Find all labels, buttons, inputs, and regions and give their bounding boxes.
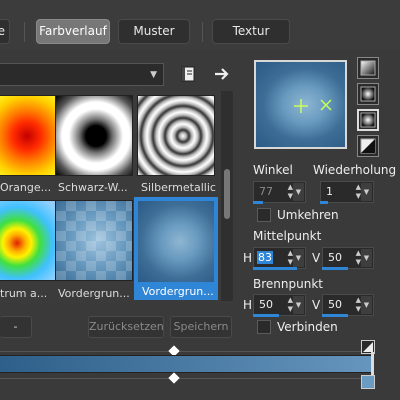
- rectangular-style-icon[interactable]: [357, 83, 379, 105]
- color-track: [0, 378, 372, 379]
- focus-v-label: V: [312, 298, 321, 312]
- opacity-track: [0, 351, 372, 352]
- focus-v-value: 50: [328, 298, 342, 311]
- gallery-thumb-label: Silbermetallic: [141, 181, 216, 194]
- center-h-spinbox[interactable]: 83 ▲ ▼ ▼: [253, 247, 306, 269]
- center-h-slider[interactable]: [253, 267, 297, 270]
- tab-label: Muster: [133, 24, 175, 38]
- link-label: Verbinden: [277, 320, 338, 334]
- tab-label: Farbverlauf: [39, 24, 107, 38]
- gallery-thumb-label: Orange...: [0, 181, 50, 194]
- chevron-down-icon[interactable]: ▼: [293, 249, 304, 267]
- gallery-scrollbar[interactable]: [221, 91, 233, 301]
- color-stop-marker[interactable]: [361, 375, 375, 389]
- gradient-preview[interactable]: [254, 60, 347, 149]
- tab-divider: [202, 22, 203, 42]
- tab-farbverlauf[interactable]: Farbverlauf: [36, 19, 110, 44]
- focus-h-spinbox[interactable]: 50 ▲ ▼ ▼: [253, 294, 306, 316]
- angle-slider[interactable]: [253, 201, 263, 204]
- color-midpoint-handle[interactable]: [168, 372, 180, 384]
- save-button[interactable]: Speichern: [170, 316, 232, 338]
- center-h-value: 83: [257, 251, 273, 264]
- gradient-end-line: [371, 352, 374, 376]
- remove-button[interactable]: -: [0, 316, 32, 338]
- center-label: Mittelpunkt: [253, 229, 322, 243]
- focus-h-value: 50: [259, 298, 273, 311]
- tab-previous[interactable]: e: [0, 19, 10, 44]
- angle-label: Winkel: [253, 163, 293, 177]
- reset-button[interactable]: Zurücksetzen: [88, 316, 164, 338]
- gallery-thumb-label: trum a...: [0, 287, 46, 300]
- focus-v-slider[interactable]: [322, 314, 348, 317]
- repeat-label: Wiederholung: [313, 163, 397, 177]
- center-v-spinbox[interactable]: 50 ▲ ▼ ▼: [322, 247, 374, 269]
- focus-v-spinbox[interactable]: 50 ▲ ▼ ▼: [322, 294, 374, 316]
- gallery-thumb-image: [138, 201, 214, 282]
- repeat-spinbox[interactable]: 1 ▲ ▼ ▼: [320, 181, 374, 203]
- chevron-down-icon: ▼: [150, 70, 157, 80]
- gallery-thumb-foreground-checker[interactable]: [55, 200, 133, 281]
- save-button-label: Speichern: [173, 320, 229, 333]
- chevron-down-icon[interactable]: ▼: [293, 183, 304, 201]
- gallery-thumb-label: Schwarz-W...: [58, 181, 128, 194]
- invert-checkbox[interactable]: [257, 208, 271, 222]
- notebook-icon[interactable]: [179, 65, 197, 83]
- gallery-thumb-label: Vordergrun...: [58, 287, 130, 300]
- gallery-thumb-selected[interactable]: Vordergrun...: [134, 197, 218, 300]
- tab-label: e: [0, 24, 5, 38]
- chevron-down-icon[interactable]: ▼: [361, 296, 372, 314]
- gallery-thumb-label: Vordergrun...: [142, 285, 214, 298]
- invert-label: Umkehren: [277, 208, 339, 222]
- center-v-label: V: [312, 251, 321, 265]
- focus-h-label: H: [243, 298, 253, 312]
- angle-spinbox[interactable]: 77 ▲ ▼ ▼: [253, 181, 306, 203]
- sunburst-style-icon[interactable]: [357, 135, 379, 157]
- gallery-thumb-black-white[interactable]: [55, 95, 133, 176]
- focus-h-slider[interactable]: [253, 314, 279, 317]
- repeat-value: 1: [326, 185, 333, 198]
- chevron-down-icon[interactable]: ▼: [361, 183, 372, 201]
- tab-bar: e Farbverlauf Muster Textur: [0, 0, 400, 50]
- arrow-right-icon[interactable]: [213, 65, 231, 83]
- reset-button-label: Zurücksetzen: [89, 320, 164, 333]
- radial-style-icon[interactable]: [357, 109, 379, 131]
- linear-style-icon[interactable]: [357, 57, 379, 79]
- gallery-thumb-silver-metallic[interactable]: [137, 95, 215, 176]
- center-focus-markers: [294, 99, 332, 113]
- tab-divider: [24, 22, 25, 42]
- scrollbar-thumb[interactable]: [224, 169, 230, 219]
- link-checkbox[interactable]: [257, 320, 271, 334]
- chevron-down-icon[interactable]: ▼: [293, 296, 304, 314]
- tab-textur[interactable]: Textur: [212, 19, 290, 44]
- focus-label: Brennpunkt: [253, 277, 323, 291]
- tab-muster[interactable]: Muster: [118, 19, 190, 44]
- angle-value: 77: [259, 185, 273, 198]
- remove-button-label: -: [13, 320, 18, 333]
- tab-label: Textur: [232, 24, 270, 38]
- center-v-value: 50: [328, 251, 342, 264]
- repeat-slider[interactable]: [320, 201, 328, 204]
- category-dropdown[interactable]: ▼: [0, 63, 164, 86]
- chevron-down-icon[interactable]: ▼: [361, 249, 372, 267]
- center-h-label: H: [243, 251, 253, 265]
- gradient-bar[interactable]: [0, 355, 374, 373]
- center-v-slider[interactable]: [322, 267, 348, 270]
